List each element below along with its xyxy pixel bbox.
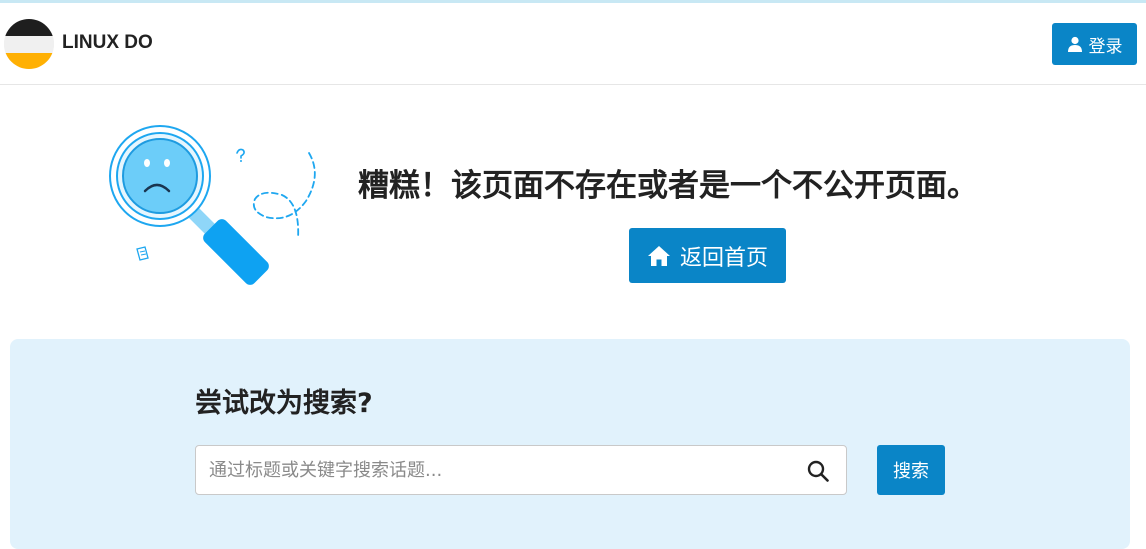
login-button[interactable]: 登录 <box>1052 23 1137 65</box>
logo-band-black <box>4 19 54 36</box>
search-button[interactable]: 搜索 <box>877 445 945 495</box>
logo-band-white <box>4 36 54 53</box>
search-box <box>195 445 847 495</box>
sad-magnifier-illustration <box>109 125 316 285</box>
site-title[interactable]: LINUX DO <box>62 32 153 54</box>
user-icon <box>1067 36 1082 52</box>
search-icon[interactable] <box>807 460 829 482</box>
login-button-label: 登录 <box>1088 36 1123 57</box>
search-panel: 尝试改为搜索? 搜索 <box>10 339 1130 549</box>
site-header: LINUX DO 登录 <box>0 3 1146 85</box>
search-input[interactable] <box>196 446 796 494</box>
search-heading: 尝试改为搜索? <box>195 388 373 419</box>
logo-band-yellow <box>4 53 54 69</box>
site-logo[interactable] <box>4 19 54 69</box>
home-button[interactable]: 返回首页 <box>629 228 786 283</box>
home-button-label: 返回首页 <box>679 245 768 271</box>
not-found-headline: 糟糕！该页面不存在或者是一个不公开页面。 <box>358 168 978 204</box>
home-icon <box>647 245 670 266</box>
